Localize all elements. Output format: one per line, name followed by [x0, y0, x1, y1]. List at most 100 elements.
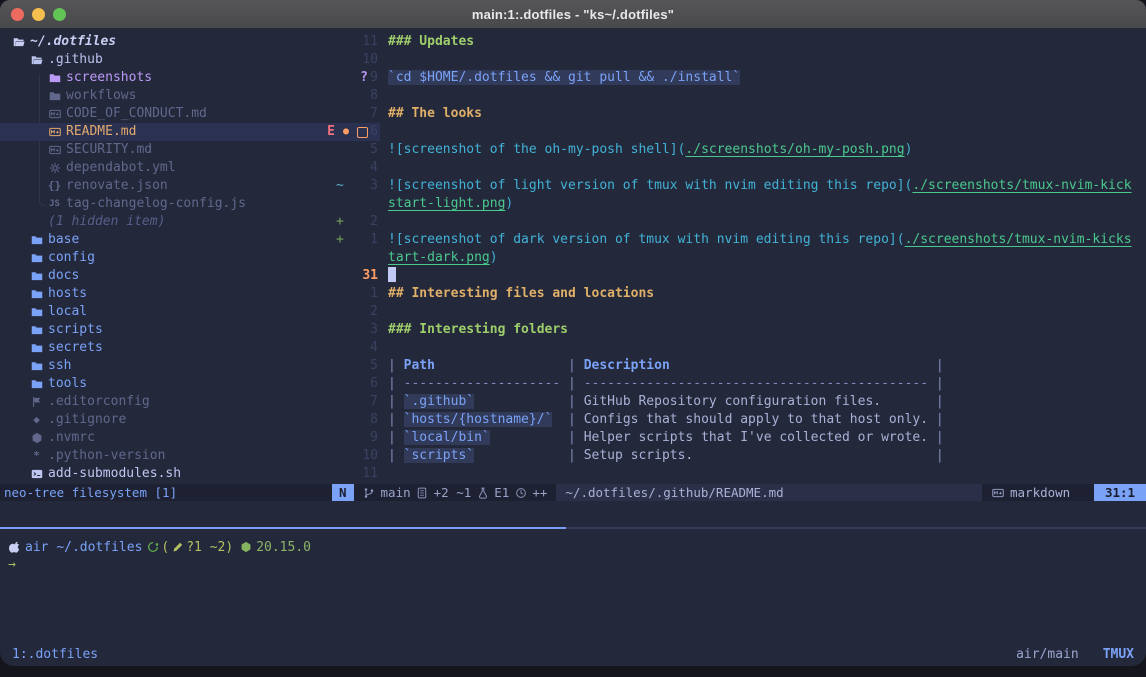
sign-column	[332, 447, 352, 465]
prompt-arrow[interactable]: →	[8, 556, 16, 574]
tree-item-label: renovate.json	[66, 177, 168, 195]
pending-icon	[514, 487, 527, 499]
tree-item-code-of-conduct.md[interactable]: CODE_OF_CONDUCT.md	[0, 105, 380, 123]
tree-item-workflows[interactable]: workflows	[0, 87, 380, 105]
editor-line-wrap[interactable]: tart-dark.png)	[332, 249, 1146, 267]
tree-item-label: ssh	[48, 357, 71, 375]
tree-item-scripts[interactable]: scripts	[0, 321, 362, 339]
markdown-icon	[991, 487, 1004, 499]
line-number: 7	[352, 393, 378, 411]
sign-column	[332, 33, 352, 51]
line-number: 6	[352, 375, 378, 393]
editor-line-9[interactable]: 9`cd $HOME/.dotfiles && git pull && ./in…	[332, 69, 1146, 87]
tree-item-label: .editorconfig	[48, 393, 150, 411]
tree-item--1-hidden-item-[interactable]: (1 hidden item)	[0, 213, 380, 231]
sign-column	[332, 375, 352, 393]
git-status-counts: ?1 ~2)	[186, 540, 233, 555]
sign-column	[332, 69, 352, 87]
editor-line-1[interactable]: 1## Interesting files and locations	[332, 285, 1146, 303]
tree-item-local[interactable]: local	[0, 303, 362, 321]
minimize-button[interactable]	[32, 8, 45, 21]
tree-item-label: SECURITY.md	[66, 141, 152, 159]
editor-line-6[interactable]: 6 | -------------------- | --------------…	[332, 375, 1146, 393]
markdown-icon	[48, 108, 61, 120]
tree-item-tag-changelog-config.js[interactable]: JStag-changelog-config.js	[0, 195, 380, 213]
editor-line-4[interactable]: 4	[332, 159, 1146, 177]
tree-item-hosts[interactable]: hosts	[0, 285, 362, 303]
tree-item-config[interactable]: config	[0, 249, 362, 267]
prompt-cwd: ~/.dotfiles	[56, 540, 142, 555]
line-number: 10	[352, 51, 378, 69]
editor-line-wrap[interactable]: start-light.png)	[332, 195, 1146, 213]
tree-item-label: secrets	[48, 339, 103, 357]
tree-item-screenshots[interactable]: screenshots?	[0, 69, 380, 87]
tree-item-.gitignore[interactable]: ◆.gitignore	[0, 411, 362, 429]
editor-line-8[interactable]: 8| `hosts/{hostname}/` | Configs that sh…	[332, 411, 1146, 429]
editor-line-2[interactable]: 2	[332, 303, 1146, 321]
pane-border-inactive	[566, 527, 1146, 529]
editor-line-9[interactable]: 9| `local/bin` | Helper scripts that I'v…	[332, 429, 1146, 447]
tree-item-readme.md[interactable]: README.mdE●	[0, 123, 380, 141]
sign-column	[332, 303, 352, 321]
filetype-segment: markdown	[982, 485, 1094, 500]
editor-statusline: N main +2 ~1 E1 ++ ~/.dotfiles/.github/R…	[332, 484, 1146, 501]
tree-item-tools[interactable]: tools	[0, 375, 362, 393]
editor-line-3[interactable]: 3### Interesting folders	[332, 321, 1146, 339]
editor-line-5[interactable]: 5![screenshot of the oh-my-posh shell](.…	[332, 141, 1146, 159]
editor-line-8[interactable]: 8	[332, 87, 1146, 105]
editor-line-11[interactable]: 11### Updates	[332, 33, 1146, 51]
tree-item-label: hosts	[48, 285, 87, 303]
editor-line-6[interactable]: 6	[332, 123, 1146, 141]
editor-line-7[interactable]: 7 | `.github` | GitHub Repository configu…	[332, 393, 1146, 411]
tree-item-security.md[interactable]: SECURITY.md	[0, 141, 380, 159]
line-text: | -------------------- | ---------------…	[388, 375, 944, 393]
line-number	[352, 195, 378, 213]
tree-item-label: .python-version	[48, 447, 165, 465]
close-button[interactable]	[11, 8, 24, 21]
line-number: 8	[352, 87, 378, 105]
folder-icon	[48, 72, 61, 84]
tree-item-secrets[interactable]: secrets	[0, 339, 362, 357]
editor-line-11[interactable]: 11	[332, 465, 1146, 483]
line-text: | `.github` | GitHub Repository configur…	[388, 393, 944, 411]
tree-item-add-submodules.sh[interactable]: add-submodules.sh	[0, 465, 362, 483]
tmux-session-window[interactable]: 1:.dotfiles	[12, 647, 98, 662]
editor-line-2[interactable]: +2	[332, 213, 1146, 231]
tree-item--.dotfiles[interactable]: ~/.dotfiles	[0, 33, 344, 51]
line-number: 11	[352, 465, 378, 483]
editor-line-31[interactable]: 31	[332, 267, 1146, 285]
sign-column	[332, 411, 352, 429]
tree-item-label: README.md	[66, 123, 136, 141]
tree-item-.github[interactable]: .github	[0, 51, 362, 69]
editor-line-1[interactable]: +1![screenshot of dark version of tmux w…	[332, 231, 1146, 249]
tree-item-base[interactable]: base	[0, 231, 362, 249]
tree-item-.editorconfig[interactable]: .editorconfig	[0, 393, 362, 411]
tree-item-ssh[interactable]: ssh	[0, 357, 362, 375]
tree-item-dependabot.yml[interactable]: dependabot.yml	[0, 159, 380, 177]
hexagon-icon	[30, 432, 43, 444]
tmux-right-status: air/main TMUX	[1016, 647, 1134, 662]
gitsigns-changed-sign: ~	[332, 177, 352, 195]
tree-item-renovate.json[interactable]: {}renovate.json	[0, 177, 380, 195]
line-number: 9	[352, 429, 378, 447]
editor-line-5[interactable]: 5| Path | Description |	[332, 357, 1146, 375]
zoom-button[interactable]	[53, 8, 66, 21]
editor-line-10[interactable]: 10	[332, 51, 1146, 69]
terminal-window: main:1:.dotfiles - "ks~/.dotfiles" ~/.do…	[0, 0, 1146, 677]
flag-icon	[30, 396, 43, 408]
tree-item-.python-version[interactable]: * .python-version	[0, 447, 362, 465]
editor-line-10[interactable]: 10| `scripts` | Setup scripts. |	[332, 447, 1146, 465]
git-branch-name: main	[381, 485, 411, 500]
tree-item-docs[interactable]: docs	[0, 267, 362, 285]
shell-prompt: air ~/.dotfiles ( ?1 ~2) 20.15.0	[8, 538, 311, 556]
tree-item-.nvmrc[interactable]: .nvmrc	[0, 429, 362, 447]
pane-border-active	[0, 527, 566, 529]
editor-line-4[interactable]: 4	[332, 339, 1146, 357]
line-number: 4	[352, 159, 378, 177]
pending-count: ++	[532, 485, 547, 500]
editor-line-7[interactable]: 7## The looks	[332, 105, 1146, 123]
star-icon: *	[30, 447, 43, 465]
tmux-pane-border[interactable]	[0, 527, 1146, 529]
sign-column	[332, 249, 352, 267]
editor-line-3[interactable]: ~3![screenshot of light version of tmux …	[332, 177, 1146, 195]
